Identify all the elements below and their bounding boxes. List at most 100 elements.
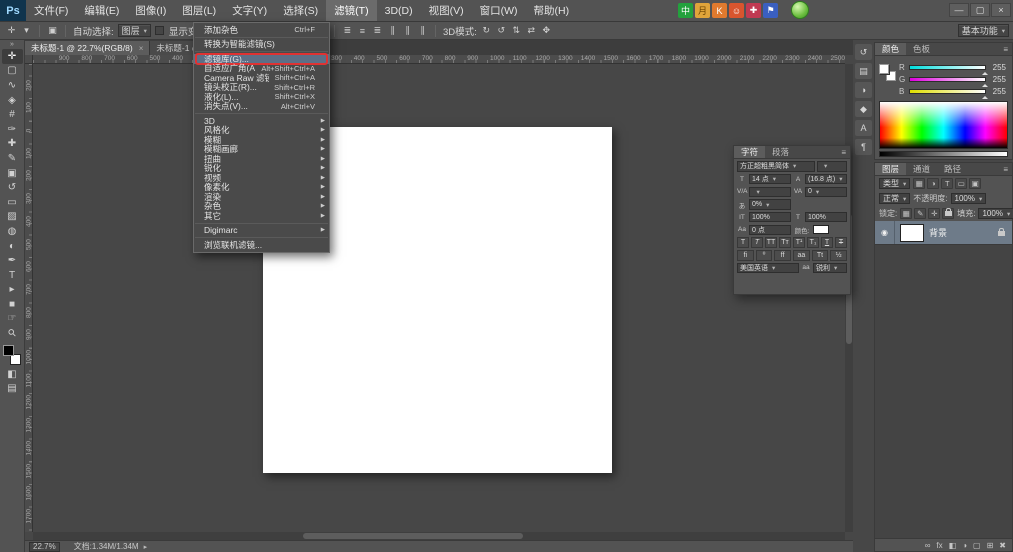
alternates-button[interactable]: aa xyxy=(793,250,810,261)
shape-tool[interactable]: ■ xyxy=(2,297,23,312)
filter-menu-item[interactable]: 消失点(V)...Alt+Ctrl+V xyxy=(194,102,329,112)
all-caps-button[interactable]: TT xyxy=(765,237,777,248)
menubar-item[interactable]: 图像(I) xyxy=(127,0,174,21)
ime-tool-icon[interactable]: ✚ xyxy=(746,3,761,18)
vertical-ruler[interactable]: 2001000100200300400500600700800900100011… xyxy=(25,64,33,532)
horizontal-scale-field[interactable]: 100% xyxy=(805,212,847,223)
lock-pixels-icon[interactable]: ✎ xyxy=(914,208,926,219)
distribute-left-icon[interactable]: ∥ xyxy=(386,24,399,37)
quick-selection-tool[interactable]: ◈ xyxy=(2,93,23,108)
swash-button[interactable]: ff xyxy=(774,250,791,261)
tracking-dropdown[interactable]: 0▾ xyxy=(805,187,847,198)
distribute-v-center-icon[interactable]: ≡ xyxy=(356,24,369,37)
filter-menu-item[interactable]: Digimarc▶ xyxy=(194,226,329,236)
type-tool[interactable]: T xyxy=(2,268,23,283)
healing-brush-tool[interactable]: ✚ xyxy=(2,137,23,152)
move-tool[interactable]: ✛ xyxy=(2,49,23,64)
leading-dropdown[interactable]: (16.8 点)▾ xyxy=(805,174,847,185)
tab-close-icon[interactable]: × xyxy=(139,44,144,53)
character-panel-icon[interactable]: A xyxy=(855,120,872,136)
ime-language-icon[interactable]: 中 xyxy=(678,3,693,18)
filter-menu-item[interactable]: 浏览联机滤镜... xyxy=(194,240,329,250)
menubar-item[interactable]: 视图(V) xyxy=(421,0,472,21)
layer-row[interactable]: ◉背景 xyxy=(875,221,1012,245)
filter-menu-item[interactable]: 转换为智能滤镜(S) xyxy=(194,40,329,50)
filter-pixel-layers-icon[interactable]: ▦ xyxy=(913,178,925,189)
panel-menu-icon[interactable]: ≡ xyxy=(999,163,1012,175)
panel-menu-icon[interactable]: ≡ xyxy=(999,43,1012,55)
clone-stamp-tool[interactable]: ▣ xyxy=(2,166,23,181)
filter-shape-layers-icon[interactable]: ▭ xyxy=(955,178,967,189)
color-swatches[interactable] xyxy=(2,344,22,366)
text-color-swatch[interactable] xyxy=(813,225,829,234)
lasso-tool[interactable]: ∿ xyxy=(2,78,23,93)
paragraph-panel-icon[interactable]: ¶ xyxy=(855,139,872,155)
foreground-color-swatch[interactable] xyxy=(3,345,14,356)
adjustment-layer-icon[interactable]: ◑ xyxy=(962,539,967,552)
eyedropper-tool[interactable]: ✑ xyxy=(2,122,23,137)
brush-tool[interactable]: ✎ xyxy=(2,151,23,166)
lock-all-icon[interactable] xyxy=(942,208,954,219)
layer-mask-icon[interactable]: ◧ xyxy=(949,539,957,552)
dodge-tool[interactable]: ◐ xyxy=(2,239,23,254)
layer-style-icon[interactable]: fx xyxy=(936,539,942,552)
font-size-dropdown[interactable]: 14 点▾ xyxy=(749,174,791,185)
menubar-item[interactable]: 图层(L) xyxy=(174,0,224,21)
panel-tab[interactable]: 色板 xyxy=(906,43,937,55)
ime-mode-icon[interactable]: 月 xyxy=(695,3,710,18)
3d-slide-icon[interactable]: ⇄ xyxy=(525,24,538,37)
pen-tool[interactable]: ✒ xyxy=(2,253,23,268)
history-panel-icon[interactable]: ↺ xyxy=(855,44,872,60)
styles-panel-icon[interactable]: ◆ xyxy=(855,101,872,117)
channel-value[interactable]: 255 xyxy=(989,75,1006,84)
lock-position-icon[interactable]: ✛ xyxy=(928,208,940,219)
3d-drag-icon[interactable]: ⇅ xyxy=(510,24,523,37)
status-popup-arrow-icon[interactable]: ▸ xyxy=(144,543,148,551)
toolbar-collapse-icon[interactable]: » xyxy=(10,41,14,49)
panel-tab[interactable]: 字符 xyxy=(734,146,765,158)
titling-button[interactable]: Tt xyxy=(812,250,829,261)
panel-menu-icon[interactable]: ≡ xyxy=(837,146,850,158)
fill-dropdown[interactable]: 100%▾ xyxy=(978,208,1013,219)
menubar-item[interactable]: 帮助(H) xyxy=(526,0,578,21)
distribute-top-icon[interactable]: ≣ xyxy=(341,24,354,37)
blend-mode-dropdown[interactable]: 正常▾ xyxy=(879,193,910,204)
filter-menu-item[interactable]: 其它▶ xyxy=(194,211,329,221)
kerning-dropdown[interactable]: ▾ xyxy=(749,187,791,198)
slider-marker[interactable] xyxy=(982,93,988,99)
ordinals-button[interactable]: º xyxy=(756,250,773,261)
faux-italic-button[interactable]: T xyxy=(751,237,763,248)
horizontal-scrollbar[interactable] xyxy=(33,532,845,540)
menubar-item[interactable]: 窗口(W) xyxy=(472,0,526,21)
panel-tab[interactable]: 颜色 xyxy=(875,43,906,55)
ime-emoji-icon[interactable]: ☺ xyxy=(729,3,744,18)
menubar-item[interactable]: 编辑(E) xyxy=(76,0,127,21)
restore-button[interactable]: ▢ xyxy=(970,3,990,17)
channel-value[interactable]: 255 xyxy=(989,87,1006,96)
slider-marker[interactable] xyxy=(982,69,988,75)
new-layer-icon[interactable]: ⊞ xyxy=(987,539,994,552)
minimize-button[interactable]: — xyxy=(949,3,969,17)
filter-menu-item[interactable]: 添加杂色Ctrl+F xyxy=(194,25,329,35)
font-style-dropdown[interactable]: ▾ xyxy=(817,161,847,172)
panel-tab[interactable]: 路径 xyxy=(937,163,968,175)
slider-marker[interactable] xyxy=(982,81,988,87)
eraser-tool[interactable]: ▭ xyxy=(2,195,23,210)
vertical-scale-field[interactable]: 100% xyxy=(749,212,791,223)
close-button[interactable]: × xyxy=(991,3,1011,17)
panel-tab[interactable]: 通道 xyxy=(906,163,937,175)
auto-select-dropdown[interactable]: 图层▾ xyxy=(118,24,151,37)
quick-mask-button[interactable]: ◧ xyxy=(2,367,23,382)
anti-alias-dropdown[interactable]: 锐利▾ xyxy=(813,263,847,274)
menubar-item[interactable]: 选择(S) xyxy=(275,0,326,21)
font-family-dropdown[interactable]: 方正超粗黑简体▾ xyxy=(737,161,815,172)
screen-recorder-badge[interactable] xyxy=(791,1,809,19)
screen-mode-button[interactable]: ▤ xyxy=(2,381,23,396)
marquee-tool[interactable]: ▢ xyxy=(2,64,23,79)
menubar-item[interactable]: 文件(F) xyxy=(26,0,76,21)
panel-tab[interactable]: 段落 xyxy=(765,146,796,158)
vertical-scrollbar[interactable] xyxy=(845,64,853,532)
baseline-field[interactable]: 0 点 xyxy=(749,225,791,236)
panel-color-swatches[interactable] xyxy=(879,64,896,81)
menubar-item[interactable]: 文字(Y) xyxy=(224,0,275,21)
